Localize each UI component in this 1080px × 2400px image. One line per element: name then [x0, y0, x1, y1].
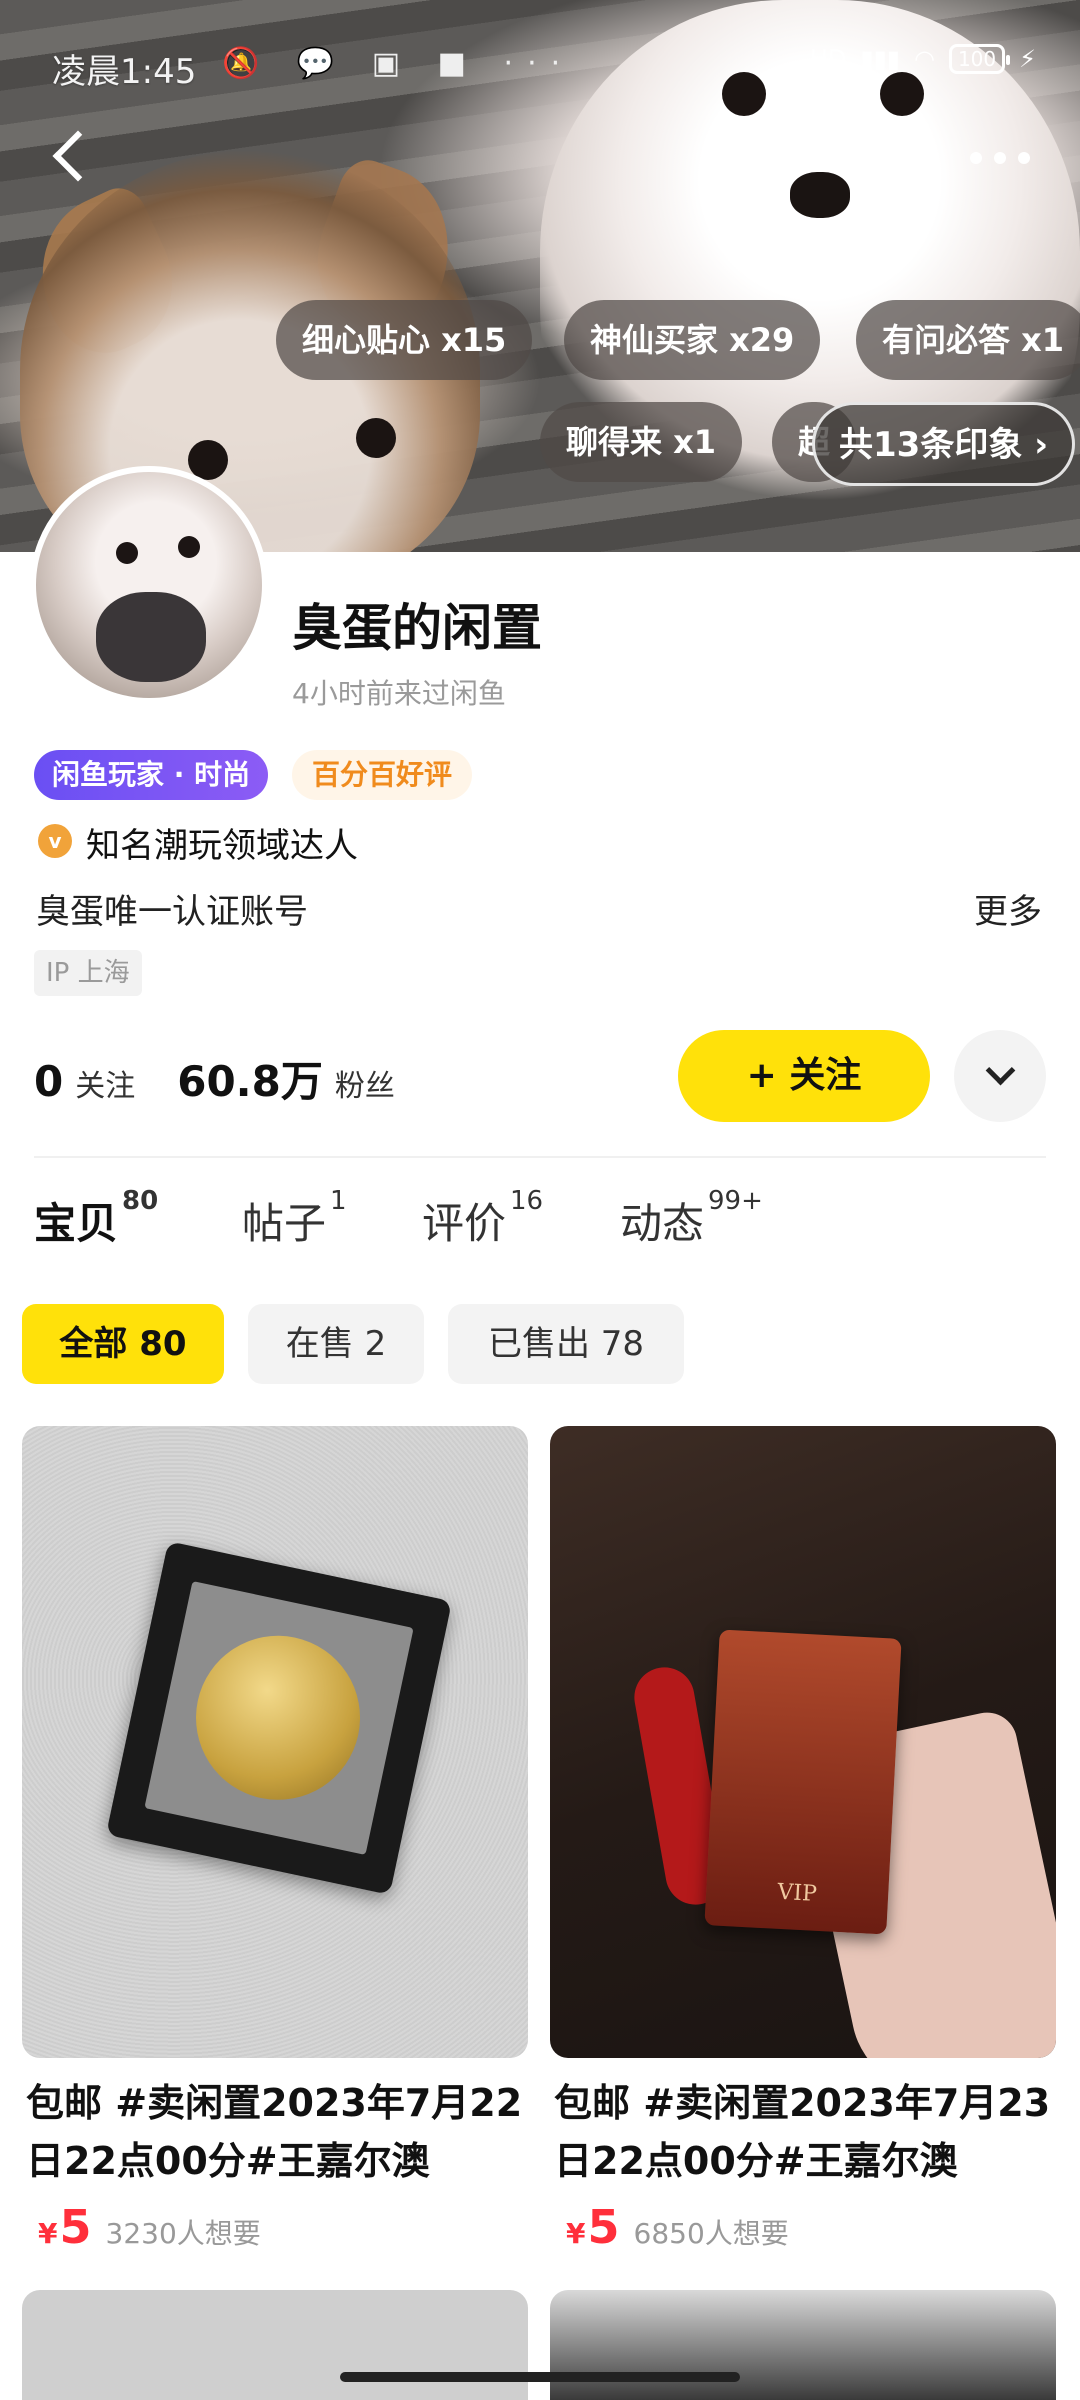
- charging-icon: ⚡: [1019, 45, 1036, 73]
- currency-symbol: ¥: [38, 2217, 58, 2250]
- tab-count: 16: [510, 1186, 544, 1216]
- fans-label[interactable]: 粉丝: [335, 1061, 395, 1105]
- product-card-partial[interactable]: [22, 2290, 528, 2400]
- chevron-down-icon[interactable]: [954, 1030, 1046, 1122]
- all-impressions-button[interactable]: 共13条印象 ›: [812, 402, 1076, 486]
- more-link[interactable]: 更多: [974, 884, 1042, 933]
- coin-box-window: [144, 1581, 414, 1855]
- gold-coin: [180, 1620, 376, 1816]
- profile-stats: 0 关注 60.8万 粉丝: [34, 1048, 425, 1109]
- product-image[interactable]: [22, 1426, 528, 2058]
- profile-name: 臭蛋的闲置: [292, 599, 542, 657]
- divider: [34, 1156, 1046, 1158]
- product-title[interactable]: 包邮 #卖闲置2023年7月22日22点00分#王嘉尔澳: [22, 2074, 528, 2190]
- rating-badge[interactable]: 百分百好评: [292, 750, 473, 800]
- back-icon[interactable]: [40, 128, 100, 188]
- last-seen: 4小时前来过闲鱼: [292, 677, 506, 710]
- tab-label: 评价: [422, 1199, 507, 1248]
- avatar-dog-eye: [178, 536, 200, 558]
- filter-all[interactable]: 全部 80: [22, 1304, 224, 1384]
- product-price: 5: [587, 2200, 620, 2254]
- tab-count: 80: [122, 1186, 159, 1216]
- filter-on-sale[interactable]: 在售 2: [248, 1304, 424, 1384]
- coin-display-box: [105, 1541, 453, 1895]
- want-count: 3230人想要: [105, 2217, 261, 2250]
- avatar-dog-eye: [116, 542, 138, 564]
- tab-label: 帖子: [242, 1199, 327, 1248]
- tab-posts[interactable]: 帖子 1: [242, 1186, 347, 1251]
- verified-icon: v: [38, 824, 72, 858]
- price-row: ¥ 5 3230人想要: [22, 2200, 528, 2254]
- price-row: ¥ 5 6850人想要: [550, 2200, 1056, 2254]
- product-card-partial[interactable]: [550, 2290, 1056, 2400]
- tab-reviews[interactable]: 评价 16: [422, 1186, 543, 1251]
- tab-items[interactable]: 宝贝 80: [34, 1186, 158, 1251]
- ip-location-badge: IP 上海: [34, 950, 142, 996]
- expert-label: 知名潮玩领域达人: [86, 826, 358, 866]
- product-price: 5: [59, 2200, 92, 2254]
- impression-tag[interactable]: 细心贴心 x15: [276, 300, 533, 380]
- tab-activity[interactable]: 动态 99+: [620, 1186, 763, 1251]
- product-card[interactable]: VIP 包邮 #卖闲置2023年7月23日22点00分#王嘉尔澳 ¥ 5 685…: [550, 1426, 1056, 2254]
- filter-sold[interactable]: 已售出 78: [448, 1304, 684, 1384]
- tab-label: 宝贝: [34, 1190, 119, 1251]
- dog-nose: [790, 172, 850, 218]
- tab-count: 1: [330, 1186, 347, 1216]
- status-right: HD ▮▮▮ ◠ 100 ⚡: [810, 44, 1036, 74]
- status-bar: 凌晨1:45 🔕 💬 ▣ ■ ··· HD ▮▮▮ ◠ 100 ⚡: [0, 0, 1080, 120]
- avatar-dog-muzzle: [96, 592, 206, 682]
- product-title[interactable]: 包邮 #卖闲置2023年7月23日22点00分#王嘉尔澳: [550, 2074, 1056, 2190]
- dog-eye: [356, 418, 396, 458]
- profile-bio: 臭蛋唯一认证账号: [36, 892, 308, 932]
- impression-tag[interactable]: 聊得来 x1: [540, 402, 743, 482]
- home-indicator[interactable]: [340, 2372, 740, 2382]
- tab-count: 99+: [708, 1186, 763, 1216]
- more-icon[interactable]: [970, 146, 1034, 170]
- tab-label: 动态: [620, 1199, 705, 1248]
- vip-pass: VIP: [704, 1629, 902, 1935]
- free-shipping-label: 包邮: [26, 2074, 103, 2132]
- vip-text: VIP: [776, 1879, 818, 1907]
- status-time: 凌晨1:45: [52, 52, 197, 92]
- wifi-icon: ◠: [914, 45, 935, 73]
- product-card[interactable]: 包邮 #卖闲置2023年7月22日22点00分#王嘉尔澳 ¥ 5 3230人想要: [22, 1426, 528, 2254]
- impression-tag[interactable]: 有问必答 x1: [856, 300, 1080, 380]
- product-image[interactable]: VIP: [550, 1426, 1056, 2058]
- notification-icons: 🔕 💬 ▣ ■ ···: [222, 46, 575, 81]
- battery-icon: 100: [948, 44, 1011, 74]
- following-label[interactable]: 关注: [75, 1061, 135, 1105]
- fans-count[interactable]: 60.8万: [177, 1048, 323, 1109]
- network-label: HD: [809, 45, 847, 73]
- search-icon[interactable]: [738, 128, 798, 188]
- impression-tag[interactable]: 神仙买家 x29: [564, 300, 821, 380]
- follow-button[interactable]: + 关注: [678, 1030, 930, 1122]
- free-shipping-label: 包邮: [554, 2074, 631, 2132]
- currency-symbol: ¥: [566, 2217, 586, 2250]
- avatar[interactable]: [30, 466, 268, 704]
- following-count[interactable]: 0: [34, 1057, 63, 1106]
- player-level-badge[interactable]: 闲鱼玩家 · 时尚: [34, 750, 269, 800]
- want-count: 6850人想要: [633, 2217, 789, 2250]
- share-icon[interactable]: [852, 128, 916, 188]
- signal-icon: ▮▮▮: [860, 45, 900, 73]
